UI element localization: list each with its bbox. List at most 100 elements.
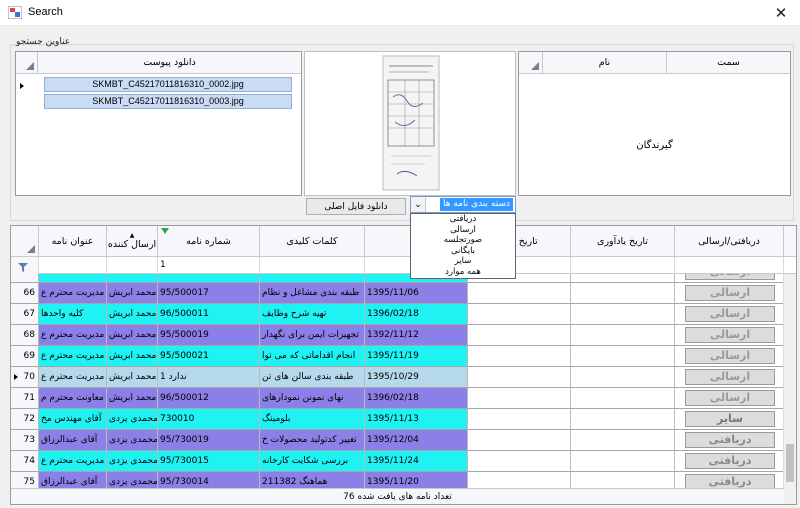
- scrollbar-thumb[interactable]: [786, 444, 794, 482]
- cell-date[interactable]: 1395/11/24: [365, 451, 468, 472]
- attachment-file[interactable]: SKMBT_C45217011816310_0002.jpg: [44, 77, 292, 92]
- cell-keywords[interactable]: طبقه بندی مشاغل و نظام: [260, 283, 365, 304]
- cell-subject[interactable]: مدیریت محترم ع: [39, 283, 107, 304]
- cell-keywords[interactable]: بلومینگ: [260, 409, 365, 430]
- table-row[interactable]: 71 معاونت محترم م محمد ابریش 96/500012 ن…: [11, 388, 784, 409]
- cell-ref-date[interactable]: [468, 388, 571, 409]
- attachments-header[interactable]: دانلود پیوست: [38, 52, 301, 74]
- cell-ref-date[interactable]: [468, 346, 571, 367]
- cell-ref-date[interactable]: [468, 472, 571, 488]
- table-row[interactable]: 68 مدیریت محترم ع محمد ابریش 95/500019 ت…: [11, 325, 784, 346]
- cell-letter-no[interactable]: 730010: [158, 409, 260, 430]
- cell-reminder[interactable]: [571, 283, 675, 304]
- col-letter-no[interactable]: شماره نامه: [158, 226, 260, 257]
- cell-date[interactable]: 1395/11/06: [365, 283, 468, 304]
- dropdown-option[interactable]: صورتجلسه: [411, 235, 515, 246]
- attachment-file[interactable]: SKMBT_C45217011816310_0003.jpg: [44, 94, 292, 109]
- cell-letter-no[interactable]: 95/500021: [158, 346, 260, 367]
- dropdown-option[interactable]: همه موارد: [411, 267, 515, 278]
- close-button[interactable]: ✕: [762, 0, 800, 26]
- cell-date[interactable]: 1395/11/19: [365, 346, 468, 367]
- cell-sender[interactable]: محمدی یزدی: [107, 451, 158, 472]
- filter-reminder[interactable]: [571, 257, 675, 274]
- cell-reminder[interactable]: [571, 274, 675, 283]
- cell-sender[interactable]: محمد ابریش: [107, 367, 158, 388]
- table-row[interactable]: 72 آقای مهندس مخ محمدی یزدی 730010 بلومی…: [11, 409, 784, 430]
- dropdown-option[interactable]: سایر: [411, 256, 515, 267]
- recipients-col-position[interactable]: سمت: [667, 52, 790, 74]
- cell-ref-date[interactable]: [468, 367, 571, 388]
- cell-type[interactable]: ارسالی: [675, 346, 784, 367]
- cell-subject[interactable]: مدیریت محترم ع: [39, 451, 107, 472]
- cell-reminder[interactable]: [571, 367, 675, 388]
- table-row[interactable]: 73 آقای عبدالرزاق محمدی یزدی 95/730019 ت…: [11, 430, 784, 451]
- cell-subject[interactable]: [39, 274, 107, 283]
- cell-sender[interactable]: محمد ابریش: [107, 388, 158, 409]
- cell-sender[interactable]: [107, 274, 158, 283]
- table-row[interactable]: 67 کلیه واحدها محمد ابریش 96/500011 تهیه…: [11, 304, 784, 325]
- dropdown-option[interactable]: بایگانی: [411, 246, 515, 257]
- dropdown-option[interactable]: ارسالی: [411, 225, 515, 236]
- cell-subject[interactable]: کلیه واحدها: [39, 304, 107, 325]
- cell-ref-date[interactable]: [468, 409, 571, 430]
- cell-keywords[interactable]: تجهیزات ایمن برای نگهدار: [260, 325, 365, 346]
- filter-type[interactable]: [675, 257, 784, 274]
- cell-sender[interactable]: محمدی یزدی: [107, 409, 158, 430]
- cell-ref-date[interactable]: [468, 304, 571, 325]
- table-row[interactable]: 74 مدیریت محترم ع محمدی یزدی 95/730015 ب…: [11, 451, 784, 472]
- cell-subject[interactable]: مدیریت محترم ع: [39, 346, 107, 367]
- cell-subject[interactable]: آقای عبدالرزاق: [39, 430, 107, 451]
- funnel-filter-icon[interactable]: [18, 263, 28, 272]
- cell-keywords[interactable]: بررسی شکایت کارخانه: [260, 451, 365, 472]
- cell-letter-no[interactable]: 95/500019: [158, 325, 260, 346]
- col-reminder[interactable]: تاریخ یادآوری: [571, 226, 675, 257]
- cell-keywords[interactable]: تغییر کدتولید محصولات خ: [260, 430, 365, 451]
- filter-keywords[interactable]: [260, 257, 365, 274]
- cell-reminder[interactable]: [571, 451, 675, 472]
- recipients-col-name[interactable]: نام: [543, 52, 667, 74]
- grid-corner[interactable]: [11, 226, 39, 257]
- cell-subject[interactable]: آقای مهندس مخ: [39, 409, 107, 430]
- dropdown-option[interactable]: دریافتی: [411, 214, 515, 225]
- cell-sender[interactable]: محمد ابریش: [107, 325, 158, 346]
- cell-ref-date[interactable]: [468, 451, 571, 472]
- cell-reminder[interactable]: [571, 346, 675, 367]
- filter-letter-no[interactable]: 1: [158, 257, 260, 274]
- recipients-corner[interactable]: [519, 52, 543, 74]
- table-row[interactable]: 66 مدیریت محترم ع محمد ابریش 95/500017 ط…: [11, 283, 784, 304]
- table-row[interactable]: 69 مدیریت محترم ع محمد ابریش 95/500021 ا…: [11, 346, 784, 367]
- cell-type[interactable]: ارسالی: [675, 367, 784, 388]
- chevron-down-icon[interactable]: ⌄: [411, 197, 426, 212]
- cell-date[interactable]: 1395/10/29: [365, 367, 468, 388]
- cell-date[interactable]: 1396/02/18: [365, 304, 468, 325]
- cell-type[interactable]: ارسالی: [675, 304, 784, 325]
- col-sender[interactable]: ▲ ارسال کننده: [107, 226, 158, 257]
- cell-letter-no[interactable]: 96/500012: [158, 388, 260, 409]
- cell-keywords[interactable]: انجام اقداماتی که می توا: [260, 346, 365, 367]
- cell-keywords[interactable]: طبقه بندی سالن های تن: [260, 367, 365, 388]
- cell-reminder[interactable]: [571, 430, 675, 451]
- table-row-selected[interactable]: 70 مدیریت محترم ع محمد ابریش ندارد 1 طبق…: [11, 367, 784, 388]
- cell-type[interactable]: ارسالی: [675, 274, 784, 283]
- vertical-scrollbar[interactable]: [783, 274, 796, 504]
- cell-reminder[interactable]: [571, 409, 675, 430]
- cell-subject[interactable]: آقای عبدالرزاق: [39, 472, 107, 488]
- col-keywords[interactable]: کلمات کلیدی: [260, 226, 365, 257]
- cell-letter-no[interactable]: 95/730015: [158, 451, 260, 472]
- cell-type[interactable]: ارسالی: [675, 325, 784, 346]
- cell-reminder[interactable]: [571, 304, 675, 325]
- cell-letter-no[interactable]: 96/500011: [158, 304, 260, 325]
- cell-sender[interactable]: محمدی یزدی: [107, 472, 158, 488]
- category-dropdown-list[interactable]: دریافتی ارسالی صورتجلسه بایگانی سایر همه…: [410, 213, 516, 279]
- table-row[interactable]: 75 آقای عبدالرزاق محمدی یزدی 95/730014 ه…: [11, 472, 784, 488]
- cell-reminder[interactable]: [571, 325, 675, 346]
- cell-reminder[interactable]: [571, 388, 675, 409]
- cell-type[interactable]: دریافتی: [675, 472, 784, 488]
- cell-type[interactable]: ارسالی: [675, 283, 784, 304]
- cell-date[interactable]: 1395/12/04: [365, 430, 468, 451]
- cell-keywords[interactable]: نهای نمونن نمودارهای: [260, 388, 365, 409]
- cell-date[interactable]: 1395/11/20: [365, 472, 468, 488]
- cell-date[interactable]: 1395/11/13: [365, 409, 468, 430]
- cell-sender[interactable]: محمدی یزدی: [107, 430, 158, 451]
- document-preview[interactable]: [304, 51, 516, 196]
